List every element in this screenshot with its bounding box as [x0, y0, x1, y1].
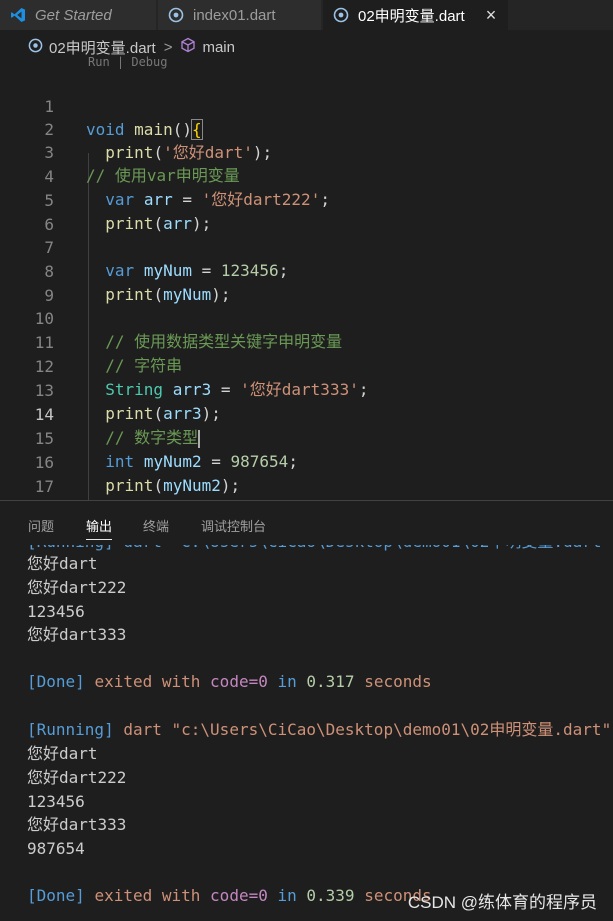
- code-line: 3 // 使用var申明变量: [0, 118, 613, 185]
- output-line: 您好dart333: [27, 815, 127, 834]
- done-word: with: [161, 886, 201, 905]
- code-line: 6: [0, 190, 613, 234]
- tab-terminal[interactable]: 终端: [143, 516, 169, 535]
- code-line: 16 print(myNum2);: [0, 428, 613, 495]
- vscode-logo-icon: [10, 7, 26, 23]
- code-line: 2 print('您好dart');: [0, 95, 613, 162]
- watermark: CSDN @练体育的程序员: [407, 893, 597, 912]
- output-line: 您好dart222: [27, 578, 127, 597]
- code-line: 5 print(arr);: [0, 166, 613, 233]
- breadcrumb-symbol[interactable]: main: [202, 39, 235, 56]
- code-line: 4 var arr = '您好dart222';: [0, 142, 613, 209]
- code-line: 15 int myNum2 = 987654;: [0, 404, 613, 471]
- running-cmd: dart: [123, 720, 162, 739]
- done-tag: [Done]: [27, 672, 85, 691]
- output-line: 987654: [27, 839, 85, 858]
- tab-label: index01.dart: [193, 6, 276, 24]
- bottom-panel: 问题 输出 终端 调试控制台 [Running] dart "c:\Users\…: [0, 500, 613, 921]
- running-path: "c:\Users\CiCao\Desktop\demo01\02申明变量.da…: [171, 720, 612, 739]
- done-word: exited: [94, 886, 153, 905]
- code-line: 12 String arr3 = '您好dart333';: [0, 332, 613, 399]
- code-line: 9: [0, 261, 613, 305]
- tab-label: Get Started: [35, 6, 112, 24]
- output-running-line: [Running] dart "c:\Users\CiCao\Desktop\d…: [27, 718, 611, 742]
- tab-output[interactable]: 输出: [86, 516, 113, 540]
- code-line: 17: [0, 452, 613, 496]
- tab-bar: Get Started index01.dart 02申明变量.dart ×: [0, 0, 613, 30]
- output-line: 123456: [27, 602, 85, 621]
- dart-icon: [28, 38, 43, 57]
- code-line: 18: [0, 476, 613, 520]
- codelens-run-debug[interactable]: Run | Debug: [88, 55, 167, 69]
- code-editor[interactable]: Run | Debug 1 void main(){ 2 print('您好da…: [0, 55, 613, 563]
- tab-02-declare-vars[interactable]: 02申明变量.dart ×: [323, 0, 509, 30]
- done-word: in: [277, 672, 297, 691]
- code-line: 8 print(myNum);: [0, 237, 613, 304]
- panel-tabs: 问题 输出 终端 调试控制台: [0, 501, 613, 545]
- tab-debug-console[interactable]: 调试控制台: [201, 516, 266, 535]
- tab-problems[interactable]: 问题: [28, 516, 54, 535]
- done-code: code=0: [210, 886, 268, 905]
- chevron-right-icon: >: [163, 38, 173, 56]
- done-word: exited: [94, 672, 153, 691]
- close-icon[interactable]: ×: [484, 5, 498, 26]
- running-tag: [Running]: [27, 720, 114, 739]
- output-line: 您好dart: [27, 554, 98, 573]
- done-time: 0.339: [306, 886, 355, 905]
- done-word: seconds: [364, 672, 432, 691]
- code-line: 7 var myNum = 123456;: [0, 213, 613, 280]
- output-done-line: [Done] exited with code=0 in 0.339 secon…: [27, 884, 432, 908]
- done-word: in: [277, 886, 297, 905]
- code-line: 10 // 使用数据类型关键字申明变量: [0, 284, 613, 351]
- output-line: 您好dart333: [27, 625, 127, 644]
- output-line: 您好dart: [27, 744, 98, 763]
- dart-icon: [168, 7, 184, 23]
- output-done-line: [Done] exited with code=0 in 0.317 secon…: [27, 670, 432, 694]
- done-word: with: [161, 672, 201, 691]
- done-code: code=0: [210, 672, 268, 691]
- code-line: 13 print(arr3);: [0, 356, 613, 423]
- done-time: 0.317: [306, 672, 355, 691]
- method-cube-icon: [180, 37, 196, 57]
- tab-get-started[interactable]: Get Started: [0, 0, 157, 30]
- code-line: 1 void main(){: [0, 72, 613, 140]
- output-line: 123456: [27, 792, 85, 811]
- tab-label: 02申明变量.dart: [358, 7, 465, 25]
- code-line: 11 // 字符串: [0, 308, 613, 375]
- tab-index01[interactable]: index01.dart: [158, 0, 322, 30]
- code-line-current: 14 // 数字类型: [0, 380, 613, 448]
- dart-icon: [333, 7, 349, 23]
- done-tag: [Done]: [27, 886, 85, 905]
- output-line: 您好dart222: [27, 768, 127, 787]
